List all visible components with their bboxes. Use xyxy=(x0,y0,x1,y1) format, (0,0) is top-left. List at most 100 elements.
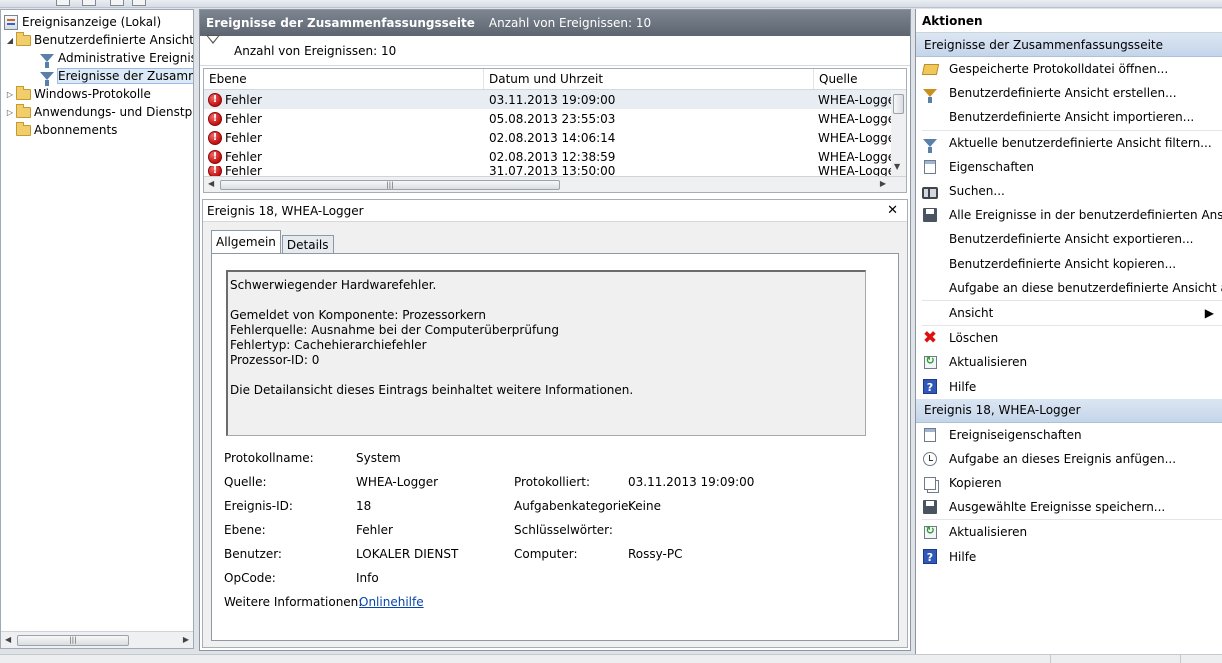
value-task-category: Keine xyxy=(628,499,661,513)
filter-icon[interactable] xyxy=(206,34,220,58)
save-icon xyxy=(922,207,938,223)
action-create-custom-view[interactable]: Benutzerdefinierte Ansicht erstellen... xyxy=(916,81,1222,105)
help-icon: ? xyxy=(922,549,938,565)
event-detail-pane: Ereignis 18, WHEA-Logger ✕ Allgemein Det… xyxy=(202,199,908,648)
horizontal-scrollbar[interactable]: ◀ ||| ▶ xyxy=(1,631,193,648)
action-event-properties[interactable]: Ereigniseigenschaften xyxy=(916,423,1222,447)
subscriptions-icon xyxy=(15,121,31,138)
error-icon: ! xyxy=(208,92,222,107)
value-event-id: 18 xyxy=(356,499,372,513)
action-attach-task-event[interactable]: Aufgabe an dieses Ereignis anfügen... xyxy=(916,447,1222,471)
tree-item-admin-events[interactable]: Administrative Ereignisse xyxy=(39,49,193,68)
action-help-event[interactable]: ? Hilfe xyxy=(916,545,1222,569)
action-open-saved-log[interactable]: Gespeicherte Protokolldatei öffnen... xyxy=(916,57,1222,81)
action-import-custom-view[interactable]: Benutzerdefinierte Ansicht importieren..… xyxy=(916,105,1222,129)
value-computer: Rossy-PC xyxy=(628,547,683,561)
actions-pane: Aktionen Ereignisse der Zusammenfassungs… xyxy=(915,9,1222,654)
action-refresh[interactable]: Aktualisieren xyxy=(916,350,1222,374)
scroll-thumb[interactable]: ||| xyxy=(220,180,560,190)
column-header-source[interactable]: Quelle xyxy=(814,69,906,89)
filter-create-icon xyxy=(922,85,938,104)
tree-item-app-service-logs[interactable]: ▷ Anwendungs- und Dienstprotokolle xyxy=(5,103,193,121)
action-save-selected-events[interactable]: Ausgewählte Ereignisse speichern... xyxy=(916,495,1222,519)
value-source: WHEA-Logger xyxy=(356,475,439,489)
status-segment xyxy=(1180,655,1181,663)
action-filter-custom-view[interactable]: Aktuelle benutzerdefinierte Ansicht filt… xyxy=(916,131,1222,155)
label-opcode: OpCode: xyxy=(224,571,276,585)
action-refresh-event[interactable]: Aktualisieren xyxy=(916,520,1222,544)
filter-bar: Anzahl von Ereignissen: 10 xyxy=(200,34,910,66)
save-icon xyxy=(922,499,938,515)
properties-icon xyxy=(922,159,938,175)
scroll-right-icon[interactable]: ▶ xyxy=(880,179,886,188)
refresh-icon xyxy=(922,524,938,540)
navigation-tree: Ereignisanzeige (Lokal) ◢ Benutzerdefini… xyxy=(0,9,194,649)
scroll-left-icon[interactable]: ◀ xyxy=(208,179,214,188)
collapsed-arrow-icon[interactable]: ▷ xyxy=(5,108,15,117)
blank-icon xyxy=(922,231,938,247)
main-pane: Ereignisse der Zusammenfassungsseite Anz… xyxy=(199,9,911,651)
folder-icon xyxy=(15,85,31,102)
table-row[interactable]: ! Fehler 31.07.2013 13:50:00 WHEA-Logger xyxy=(204,166,906,176)
scroll-right-icon[interactable]: ▶ xyxy=(183,635,189,644)
action-attach-task-view[interactable]: Aufgabe an diese benutzerdefinierte Ansi… xyxy=(916,276,1222,300)
scroll-thumb[interactable] xyxy=(893,94,904,114)
toolbar-button[interactable] xyxy=(82,0,96,6)
tree-item-summary-events[interactable]: Ereignisse der Zusammenfassungsseite xyxy=(39,67,193,86)
tab-content: Schwerwiegender Hardwarefehler. Gemeldet… xyxy=(211,253,899,641)
status-segment xyxy=(1050,655,1051,663)
actions-section-view[interactable]: Ereignisse der Zusammenfassungsseite xyxy=(916,33,1222,57)
action-find[interactable]: Suchen... xyxy=(916,179,1222,203)
folder-icon xyxy=(15,31,31,48)
actions-section-event[interactable]: Ereignis 18, WHEA-Logger xyxy=(916,398,1222,423)
binoculars-icon xyxy=(922,183,938,200)
blank-icon xyxy=(922,109,938,125)
column-header-level[interactable]: Ebene xyxy=(204,69,484,89)
error-icon: ! xyxy=(208,166,222,176)
column-header-date[interactable]: Datum und Uhrzeit xyxy=(484,69,814,89)
events-table: Ebene Datum und Uhrzeit Quelle ! Fehler 0… xyxy=(203,68,907,193)
blank-icon xyxy=(922,256,938,272)
filter-icon xyxy=(39,68,55,86)
tree-item-custom-views[interactable]: ◢ Benutzerdefinierte Ansichten xyxy=(5,31,193,49)
action-properties[interactable]: Eigenschaften xyxy=(916,155,1222,179)
refresh-icon xyxy=(922,354,938,370)
expanded-arrow-icon[interactable]: ◢ xyxy=(5,36,15,45)
value-logged: 03.11.2013 19:09:00 xyxy=(628,475,755,489)
toolbar-button[interactable] xyxy=(132,0,146,6)
table-row[interactable]: ! Fehler 05.08.2013 23:55:03 WHEA-Logger xyxy=(204,109,906,128)
tree-item-subscriptions[interactable]: Abonnements xyxy=(15,121,117,139)
vertical-scrollbar[interactable]: ▼ xyxy=(891,90,906,177)
action-delete[interactable]: ✖ Löschen xyxy=(916,326,1222,350)
event-viewer-icon xyxy=(3,14,19,30)
table-row[interactable]: ! Fehler 02.08.2013 12:38:59 WHEA-Logger xyxy=(204,147,906,166)
pane-title: Ereignisse der Zusammenfassungsseite Anz… xyxy=(200,10,910,36)
tab-details[interactable]: Details xyxy=(281,235,334,254)
horizontal-scrollbar[interactable]: ◀ ||| ▶ xyxy=(204,176,906,192)
action-save-all-events[interactable]: Alle Ereignisse in der benutzerdefiniert… xyxy=(916,203,1222,227)
collapsed-arrow-icon[interactable]: ▷ xyxy=(5,90,15,99)
close-icon[interactable]: ✕ xyxy=(887,203,898,218)
tab-general[interactable]: Allgemein xyxy=(211,230,281,254)
scroll-down-icon[interactable]: ▼ xyxy=(894,162,900,171)
toolbar-button[interactable] xyxy=(56,0,70,6)
action-view[interactable]: Ansicht ▶ xyxy=(916,301,1222,325)
scroll-thumb[interactable]: ||| xyxy=(17,635,129,646)
online-help-link[interactable]: Onlinehilfe xyxy=(359,595,424,611)
scroll-left-icon[interactable]: ◀ xyxy=(5,635,11,644)
event-message[interactable]: Schwerwiegender Hardwarefehler. Gemeldet… xyxy=(226,270,866,436)
tree-item-windows-logs[interactable]: ▷ Windows-Protokolle xyxy=(5,85,151,103)
filter-icon xyxy=(922,135,938,153)
table-row[interactable]: ! Fehler 03.11.2013 19:09:00 WHEA-Logger xyxy=(204,90,906,109)
table-row[interactable]: ! Fehler 02.08.2013 14:06:14 WHEA-Logger xyxy=(204,128,906,147)
tree-item-root[interactable]: Ereignisanzeige (Lokal) xyxy=(3,13,161,31)
action-copy[interactable]: Kopieren xyxy=(916,471,1222,495)
action-copy-custom-view[interactable]: Benutzerdefinierte Ansicht kopieren... xyxy=(916,252,1222,276)
filter-icon xyxy=(39,50,55,68)
blank-icon xyxy=(922,280,938,296)
toolbar-button[interactable] xyxy=(110,0,124,6)
action-export-custom-view[interactable]: Benutzerdefinierte Ansicht exportieren..… xyxy=(916,227,1222,251)
action-help[interactable]: ? Hilfe xyxy=(916,374,1222,398)
value-opcode: Info xyxy=(356,571,379,585)
blank-icon xyxy=(922,305,938,321)
